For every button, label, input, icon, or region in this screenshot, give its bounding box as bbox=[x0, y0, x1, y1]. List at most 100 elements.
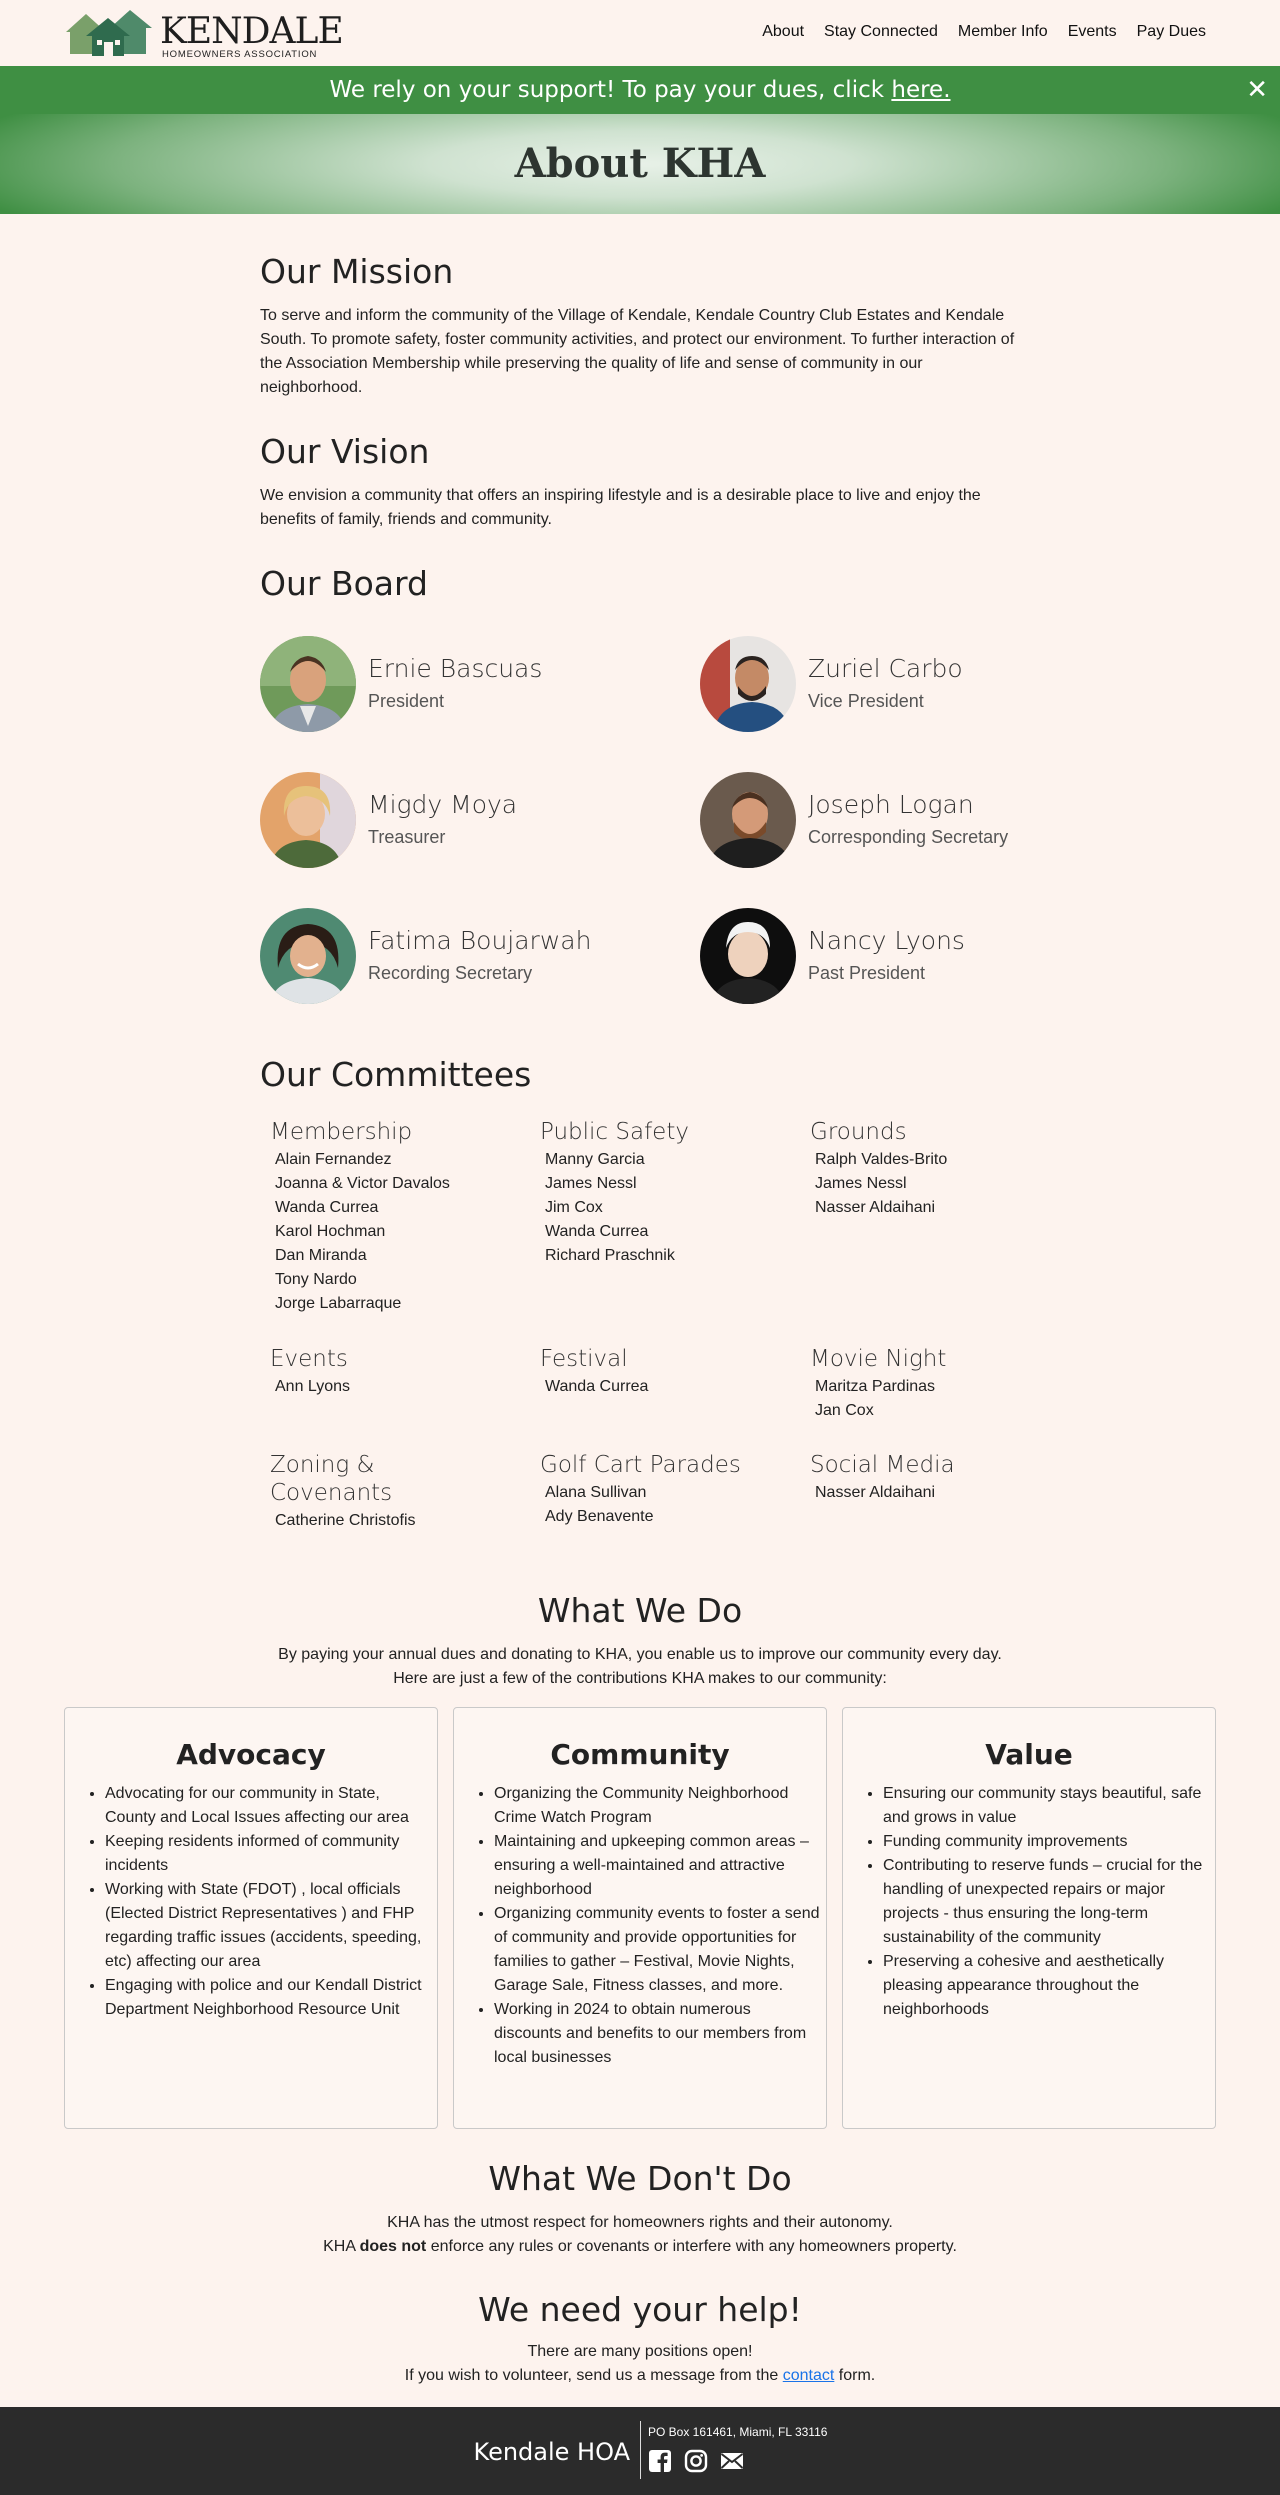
vision-text: We envision a community that offers an i… bbox=[260, 487, 981, 528]
footer-title: Kendale HOA bbox=[473, 2438, 630, 2466]
board-member: Joseph Logan Corresponding Secretary bbox=[700, 772, 1080, 872]
committee-block: Golf Cart Parades Alana Sullivan Ady Benav… bbox=[540, 1451, 800, 1529]
site-header: KENDALE HOMEOWNERS ASSOCIATION About Sta… bbox=[0, 0, 1280, 66]
house-logo-icon bbox=[66, 10, 152, 56]
banner-link[interactable]: here. bbox=[891, 77, 950, 103]
committee-title: Social Media bbox=[810, 1452, 955, 1478]
nav-events[interactable]: Events bbox=[1068, 22, 1117, 42]
committee-title: Grounds bbox=[810, 1119, 907, 1145]
instagram-icon[interactable] bbox=[684, 2449, 708, 2473]
committee-members: Alain Fernandez Joanna & Victor Davalos Wa… bbox=[270, 1148, 530, 1316]
committee-title: Golf Cart Parades bbox=[540, 1452, 741, 1478]
help-line2: If you wish to volunteer, send us a mess… bbox=[0, 2364, 1280, 2388]
committee-member: Nasser Aldaihani bbox=[815, 1484, 936, 1501]
mission-section: Our Mission To serve and inform the comm… bbox=[260, 252, 1020, 400]
board-member-name: Joseph Logan bbox=[808, 790, 974, 819]
what-we-do-heading: What We Do bbox=[537, 1591, 743, 1630]
board-member-role: Past President bbox=[808, 963, 926, 983]
site-logo[interactable]: KENDALE HOMEOWNERS ASSOCIATION bbox=[64, 6, 344, 60]
card-title: Advocacy bbox=[176, 1738, 326, 1771]
list-item: Ensuring our community stays beautiful, … bbox=[883, 1782, 1209, 1830]
committee-block: Public Safety Manny Garcia James Nessl Jim … bbox=[540, 1118, 800, 1268]
vision-heading: Our Vision bbox=[260, 432, 430, 471]
main-nav: About Stay Connected Member Info Events … bbox=[762, 22, 1206, 42]
list-item: Maintaining and upkeeping common areas –… bbox=[494, 1830, 820, 1902]
card-title: Community bbox=[550, 1738, 730, 1771]
site-footer: Kendale HOA PO Box 161461, Miami, FL 331… bbox=[0, 2407, 1280, 2495]
committee-members: Manny Garcia James Nessl Jim Cox Wanda Curr… bbox=[540, 1148, 800, 1268]
nav-stay-connected[interactable]: Stay Connected bbox=[824, 22, 938, 42]
committee-member: Jan Cox bbox=[815, 1402, 874, 1419]
nav-member-info[interactable]: Member Info bbox=[958, 22, 1048, 42]
board-member-role: President bbox=[368, 691, 445, 711]
avatar bbox=[700, 908, 796, 1004]
dont-do-text: KHA bbox=[323, 2238, 360, 2255]
board-member: Ernie Bascuas President bbox=[260, 636, 640, 736]
what-we-dont-do-section: What We Don't Do KHA has the utmost resp… bbox=[0, 2159, 1280, 2259]
committee-title: Membership bbox=[270, 1119, 413, 1145]
list-item: Advocating for our community in State, C… bbox=[105, 1782, 431, 1830]
nav-pay-dues[interactable]: Pay Dues bbox=[1137, 22, 1206, 42]
help-text: If you wish to volunteer, send us a mess… bbox=[404, 2367, 783, 2384]
committee-block: Social Media Nasser Aldaihani bbox=[810, 1451, 1070, 1505]
board-member-role: Treasurer bbox=[368, 827, 446, 847]
committee-member: Ann Lyons bbox=[275, 1378, 351, 1395]
committee-title: Zoning & Covenants bbox=[270, 1452, 393, 1506]
help-heading: We need your help! bbox=[478, 2290, 802, 2329]
dont-do-line1: KHA has the utmost respect for homeowner… bbox=[387, 2214, 893, 2231]
committee-members: Ann Lyons bbox=[270, 1375, 530, 1399]
close-icon[interactable]: ✕ bbox=[1246, 66, 1268, 114]
list-item: Keeping residents informed of community … bbox=[105, 1830, 431, 1878]
avatar bbox=[260, 772, 356, 868]
committee-title: Public Safety bbox=[540, 1119, 689, 1145]
board-member-name: Migdy Moya bbox=[368, 790, 518, 819]
board-member: Fatima Boujarwah Recording Secretary bbox=[260, 908, 640, 1008]
footer-divider bbox=[640, 2421, 641, 2479]
board-member: Zuriel Carbo Vice President bbox=[700, 636, 1080, 736]
committee-members: Wanda Currea bbox=[540, 1375, 800, 1399]
board-member-role: Vice President bbox=[808, 691, 924, 711]
committee-member: Jorge Labarraque bbox=[275, 1295, 402, 1312]
board-member-name: Zuriel Carbo bbox=[808, 654, 963, 683]
email-icon[interactable] bbox=[720, 2449, 744, 2473]
list-item: Organizing the Community Neighborhood Cr… bbox=[494, 1782, 820, 1830]
list-item: Working in 2024 to obtain numerous disco… bbox=[494, 1998, 820, 2070]
what-we-do-line2: Here are just a few of the contributions… bbox=[393, 1670, 887, 1687]
community-card: Community Organizing the Community Neigh… bbox=[453, 1707, 827, 2129]
committee-members: Catherine Christofis bbox=[270, 1509, 420, 1533]
dues-banner: We rely on your support! To pay your due… bbox=[0, 66, 1280, 114]
list-item: Engaging with police and our Kendall Dis… bbox=[105, 1974, 431, 2022]
committee-member: Alain Fernandez bbox=[275, 1151, 392, 1168]
page-title: About KHA bbox=[514, 140, 766, 187]
avatar bbox=[700, 636, 796, 732]
committee-title: Festival bbox=[540, 1346, 628, 1372]
committee-block: Membership Alain Fernandez Joanna & Victor… bbox=[270, 1118, 530, 1316]
social-links bbox=[648, 2449, 744, 2473]
committee-member: Tony Nardo bbox=[275, 1271, 357, 1288]
contact-link[interactable]: contact bbox=[783, 2367, 835, 2384]
facebook-icon[interactable] bbox=[648, 2449, 672, 2473]
card-list: Organizing the Community Neighborhood Cr… bbox=[454, 1782, 826, 2070]
committee-member: Wanda Currea bbox=[275, 1199, 379, 1216]
committee-member: James Nessl bbox=[545, 1175, 637, 1192]
committee-member: Jim Cox bbox=[545, 1199, 603, 1216]
board-member: Nancy Lyons Past President bbox=[700, 908, 1080, 1008]
hero: About KHA bbox=[0, 114, 1280, 214]
committee-block: Events Ann Lyons bbox=[270, 1345, 530, 1399]
help-line1: There are many positions open! bbox=[527, 2343, 753, 2360]
board-member-role: Recording Secretary bbox=[368, 963, 533, 983]
board-member-role: Corresponding Secretary bbox=[808, 827, 1009, 847]
committee-member: Alana Sullivan bbox=[545, 1484, 647, 1501]
nav-about[interactable]: About bbox=[762, 22, 804, 42]
what-we-dont-do-heading: What We Don't Do bbox=[488, 2159, 792, 2198]
board-heading: Our Board bbox=[260, 564, 428, 603]
committees-heading: Our Committees bbox=[260, 1055, 532, 1094]
mission-heading: Our Mission bbox=[260, 252, 454, 291]
committee-member: Dan Miranda bbox=[275, 1247, 367, 1264]
help-text: form. bbox=[834, 2367, 876, 2384]
committee-members: Ralph Valdes-Brito James Nessl Nasser Alda… bbox=[810, 1148, 1070, 1220]
committee-title: Events bbox=[270, 1346, 348, 1372]
list-item: Working with State (FDOT) , local offici… bbox=[105, 1878, 431, 1974]
committee-member: Ralph Valdes-Brito bbox=[815, 1151, 948, 1168]
committee-member: Manny Garcia bbox=[545, 1151, 645, 1168]
